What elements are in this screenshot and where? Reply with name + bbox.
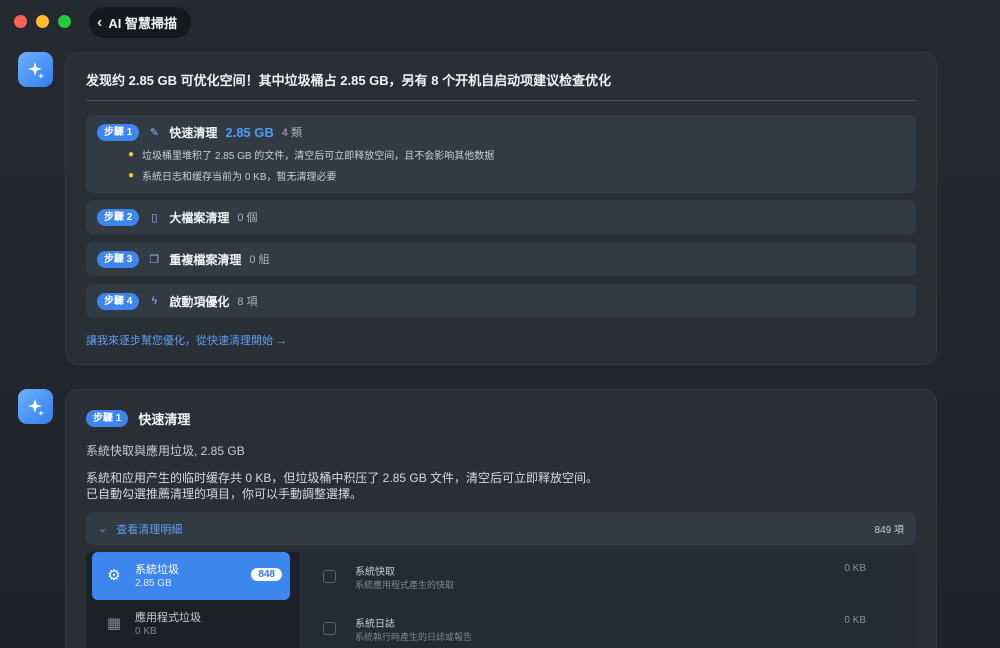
step-large-files[interactable]: 步驟 2 ▯ 大檔案清理 0 個 <box>86 200 916 234</box>
step-badge: 步驟 2 <box>97 208 140 226</box>
minimize-window-button[interactable] <box>36 15 49 28</box>
detail-panel: ⚙ 系統垃圾 2.85 GB 848 ▦ 應用程式垃圾 0 KB 系統快取 系統… <box>86 552 916 648</box>
step-quick-clean[interactable]: 步驟 1 ✎ 快速清理 2.85 GB 4 類 ● 垃圾桶里堆积了 2.85 G… <box>86 115 916 193</box>
category-name: 應用程式垃圾 <box>135 612 201 624</box>
item-size: 0 KB <box>844 563 866 574</box>
category-app-junk[interactable]: ▦ 應用程式垃圾 0 KB <box>92 600 290 648</box>
category-count-badge: 848 <box>251 568 282 581</box>
chevron-left-icon: ‹ <box>97 13 103 31</box>
broom-icon: ✎ <box>149 126 159 139</box>
section-title: 快速清理 <box>138 412 191 427</box>
item-name: 系統快取 <box>355 567 395 578</box>
grid-icon: ▦ <box>106 615 122 632</box>
close-window-button[interactable] <box>14 15 27 28</box>
list-item[interactable]: 系統日誌 系統執行時產生的日誌或報告 0 KB <box>323 608 896 648</box>
category-size: 0 KB <box>135 626 157 637</box>
description-line: 系統和应用产生的临时缓存共 0 KB，但垃圾桶中积压了 2.85 GB 文件，清… <box>86 471 599 485</box>
step-badge: 步驟 1 <box>97 123 140 141</box>
step-title: 大檔案清理 <box>169 210 230 225</box>
summary-headline: 发现约 2.85 GB 可优化空间！其中垃圾桶占 2.85 GB，另有 8 个开… <box>86 73 612 88</box>
chevron-down-icon: ⌄ <box>98 523 108 535</box>
description-line: 已自動勾選推薦清理的項目，你可以手動調整選擇。 <box>86 487 363 501</box>
section-subtitle: 系統快取與應用垃圾, 2.85 GB <box>86 444 245 458</box>
step-amount: 2.85 GB <box>225 124 274 140</box>
back-button[interactable]: ‹ AI 智慧掃描 <box>89 7 191 38</box>
item-checkbox[interactable] <box>323 622 336 635</box>
ai-sparkle-icon <box>18 389 53 424</box>
zoom-window-button[interactable] <box>58 15 71 28</box>
step-title: 快速清理 <box>169 125 218 140</box>
lightbulb-icon: ● <box>128 170 135 181</box>
quick-clean-card: 步驟 1 快速清理 系統快取與應用垃圾, 2.85 GB 系統和应用产生的临时缓… <box>65 389 937 648</box>
document-icon: ▯ <box>151 211 158 224</box>
ai-sparkle-icon <box>18 52 53 87</box>
step-count: 8 項 <box>237 296 258 308</box>
copy-icon: ❐ <box>149 253 160 266</box>
item-size: 0 KB <box>844 615 866 626</box>
step-duplicates[interactable]: 步驟 3 ❐ 重複檔案清理 0 組 <box>86 242 916 276</box>
step-badge: 步驟 4 <box>97 292 140 310</box>
tip-row: ● 系統日志和缓存当前为 0 KB，暂无清理必要 <box>128 168 337 183</box>
divider <box>86 100 916 101</box>
expand-details-label: 查看清理明細 <box>116 523 183 536</box>
tip-text: 垃圾桶里堆积了 2.85 GB 的文件，清空后可立即释放空间，且不会影响其他数据 <box>142 151 495 162</box>
tip-row: ● 垃圾桶里堆积了 2.85 GB 的文件，清空后可立即释放空间，且不会影响其他… <box>128 147 494 162</box>
step-badge: 步驟 3 <box>97 250 140 268</box>
summary-card: 发现约 2.85 GB 可优化空间！其中垃圾桶占 2.85 GB，另有 8 个开… <box>65 52 937 365</box>
step-title: 啟動項優化 <box>169 294 230 309</box>
lightbulb-icon: ● <box>128 149 135 160</box>
list-item[interactable]: 系統快取 系統應用程式產生的快取 0 KB <box>323 556 896 600</box>
step-count: 0 組 <box>249 254 270 266</box>
item-list: 系統快取 系統應用程式產生的快取 0 KB 系統日誌 系統執行時產生的日誌或報告… <box>300 552 916 648</box>
step-count: 4 類 <box>281 127 302 139</box>
window-controls <box>14 15 71 28</box>
category-size: 2.85 GB <box>135 578 172 589</box>
lightning-icon: ϟ <box>151 295 158 307</box>
expand-details-bar[interactable]: ⌄ 查看清理明細 849 項 <box>86 512 916 545</box>
step-badge: 步驟 1 <box>86 410 129 427</box>
total-count: 849 項 <box>874 525 904 536</box>
start-optimize-link[interactable]: 讓我來逐步幫您優化，從快速清理開始 → <box>86 332 287 348</box>
step-title: 重複檔案清理 <box>169 252 242 267</box>
step-startup[interactable]: 步驟 4 ϟ 啟動項優化 8 項 <box>86 284 916 318</box>
back-button-label: AI 智慧掃描 <box>108 16 177 31</box>
category-name: 系統垃圾 <box>135 564 179 576</box>
item-checkbox[interactable] <box>323 570 336 583</box>
category-list: ⚙ 系統垃圾 2.85 GB 848 ▦ 應用程式垃圾 0 KB <box>86 552 300 648</box>
item-name: 系統日誌 <box>355 619 395 630</box>
gear-icon: ⚙ <box>107 567 121 584</box>
category-system-junk[interactable]: ⚙ 系統垃圾 2.85 GB 848 <box>92 552 290 600</box>
tip-text: 系統日志和缓存当前为 0 KB，暂无清理必要 <box>142 172 337 183</box>
section-description: 系統和应用产生的临时缓存共 0 KB，但垃圾桶中积压了 2.85 GB 文件，清… <box>86 470 598 502</box>
item-description: 系統應用程式產生的快取 <box>355 580 455 590</box>
step-count: 0 個 <box>237 212 258 224</box>
item-description: 系統執行時產生的日誌或報告 <box>355 632 473 642</box>
